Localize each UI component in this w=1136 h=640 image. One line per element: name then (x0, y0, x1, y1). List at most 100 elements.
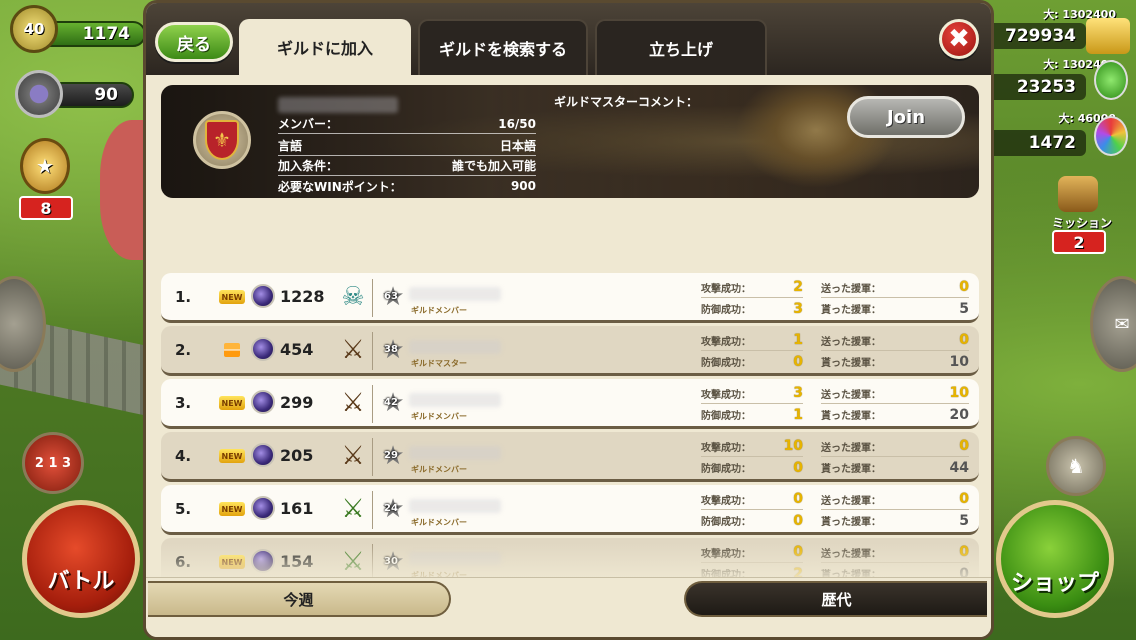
trophy-shield-icon[interactable] (15, 70, 63, 118)
sent-stat: 送った援軍： 0 (821, 277, 969, 298)
member-rank: 4. (175, 447, 192, 465)
elixir-value: 23253 (1016, 77, 1076, 97)
member-level: 42 (384, 397, 398, 408)
reinforcement-stats: 送った援軍： 10 貰った援軍： 20 (821, 383, 969, 425)
member-name-redacted (409, 287, 501, 301)
received-label: 貰った援軍： (821, 464, 881, 475)
received-label: 貰った援軍： (821, 517, 881, 528)
tab-join-guild[interactable]: ギルドに加入 (239, 19, 411, 75)
member-role: ギルドマスター (411, 359, 467, 368)
received-stat: 貰った援軍： 20 (821, 404, 969, 425)
join-condition-label: 加入条件： (278, 159, 339, 173)
member-role: ギルドメンバー (411, 412, 467, 421)
defense-stat: 防御成功： 1 (701, 404, 803, 425)
achievement-count: 8 (40, 198, 52, 218)
member-role: ギルドメンバー (411, 465, 467, 474)
achievement-count-badge: 8 (19, 196, 73, 220)
sent-label: 送った援軍： (821, 442, 881, 454)
treasure-chest-icon[interactable] (1058, 176, 1098, 212)
ranking-button[interactable]: 2 1 3 (22, 432, 84, 494)
row-divider (372, 385, 373, 423)
trophy-orb-icon (251, 284, 275, 308)
join-label: Join (886, 106, 926, 128)
tab-create-guild[interactable]: 立ち上げ (595, 19, 767, 75)
guild-emblem-icon: ⚜ (193, 111, 251, 169)
crossed-swords-emblem-icon: ⚔ (341, 335, 365, 365)
close-icon: ✖ (948, 24, 970, 54)
defense-value: 0 (793, 353, 803, 370)
received-label: 貰った援軍： (821, 411, 881, 422)
achievement-medal-icon[interactable]: ★ (20, 138, 70, 194)
level-star-icon[interactable]: 40 (10, 5, 58, 53)
win-points-row: 必要なWINポイント： 900 (278, 176, 536, 196)
alltime-label: 歴代 (821, 590, 852, 609)
guild-modal: 戻る ギルドに加入 ギルドを検索する 立ち上げ ✖ ⚜ メンバー： 16/50 … (143, 0, 994, 640)
attack-stat: 攻撃成功： 0 (701, 489, 803, 510)
sent-value: 0 (959, 438, 969, 454)
battle-label: バトル (47, 569, 115, 594)
trophy-orb-icon (251, 390, 275, 414)
sent-stat: 送った援軍： 0 (821, 330, 969, 351)
attack-value: 2 (793, 279, 803, 295)
attack-stat: 攻撃成功： 3 (701, 383, 803, 404)
alltime-button[interactable]: 歴代 (684, 581, 987, 617)
member-rank: 2. (175, 341, 192, 359)
join-button[interactable]: Join (847, 96, 965, 138)
member-rank: 3. (175, 394, 192, 412)
mission-label: ミッション (1051, 216, 1112, 230)
guild-master-comment-label: ギルドマスターコメント： (554, 95, 699, 109)
received-value: 5 (959, 512, 969, 529)
received-stat: 貰った援軍： 10 (821, 351, 969, 372)
member-row[interactable]: 2. 454 ⚔ ★ 38 ギルドマスター 攻撃成功： 1 防御成功： 0 送っ… (161, 326, 979, 376)
sent-stat: 送った援軍： 0 (821, 436, 969, 457)
received-stat: 貰った援軍： 5 (821, 510, 969, 531)
language-label: 言語 (278, 139, 303, 153)
shop-button[interactable]: ショップ (996, 500, 1114, 618)
member-row[interactable]: 3. NEW 299 ⚔ ★ 42 ギルドメンバー 攻撃成功： 3 防御成功： … (161, 379, 979, 429)
received-stat: 貰った援軍： 44 (821, 457, 969, 478)
member-row[interactable]: 1. NEW 1228 ☠ ★ 63 ギルドメンバー 攻撃成功： 2 防御成功：… (161, 273, 979, 323)
attack-defense-stats: 攻撃成功： 3 防御成功： 1 (701, 383, 803, 425)
attack-label: 攻撃成功： (701, 442, 751, 454)
fleur-de-lis-icon: ⚜ (205, 120, 239, 160)
member-row[interactable]: 5. NEW 161 ⚔ ★ 24 ギルドメンバー 攻撃成功： 0 防御成功： … (161, 485, 979, 535)
member-level: 24 (384, 503, 398, 514)
rainbow-flask-icon (1094, 116, 1128, 156)
member-score: 161 (280, 499, 314, 518)
attack-defense-stats: 攻撃成功： 10 防御成功： 0 (701, 436, 803, 478)
sent-label: 送った援軍： (821, 283, 881, 295)
new-badge: NEW (219, 290, 245, 304)
battle-button[interactable]: バトル (22, 500, 140, 618)
ranking-label: 2 1 3 (34, 455, 72, 471)
army-button[interactable]: ♞ (1046, 436, 1106, 496)
language-row: 言語 日本語 (278, 136, 536, 156)
member-row[interactable]: 4. NEW 205 ⚔ ★ 29 ギルドメンバー 攻撃成功： 10 防御成功：… (161, 432, 979, 482)
weekly-button[interactable]: 今週 (148, 581, 451, 617)
bottom-bar: 今週 歴代 (146, 577, 991, 637)
crossed-swords-emblem-icon: ⚔ (341, 388, 365, 418)
member-value: 16/50 (498, 116, 536, 131)
guild-info-banner: ⚜ メンバー： 16/50 言語 日本語 加入条件： 誰でも加入可能 必要なWI… (161, 85, 979, 198)
row-divider (372, 491, 373, 529)
close-button[interactable]: ✖ (939, 19, 979, 59)
trophy-orb-icon (251, 496, 275, 520)
member-level: 38 (384, 344, 398, 355)
member-level: 29 (384, 450, 398, 461)
member-count-row: メンバー： 16/50 (278, 114, 536, 134)
sent-value: 0 (959, 279, 969, 295)
teal-skull-emblem-icon: ☠ (341, 282, 365, 312)
tab-create-label: 立ち上げ (648, 40, 713, 59)
xp-value: 1174 (82, 24, 130, 44)
sent-label: 送った援軍： (821, 336, 881, 348)
mission-count: 2 (1073, 232, 1085, 252)
attack-value: 10 (783, 438, 803, 454)
attack-stat: 攻撃成功： 1 (701, 330, 803, 351)
attack-stat: 攻撃成功： 10 (701, 436, 803, 457)
member-label: メンバー： (278, 117, 339, 131)
sent-label: 送った援軍： (821, 495, 881, 507)
attack-value: 3 (793, 385, 803, 401)
level-value: 40 (23, 20, 45, 38)
tab-search-guild[interactable]: ギルドを検索する (418, 19, 588, 75)
shop-label: ショップ (1010, 571, 1099, 596)
back-button[interactable]: 戻る (155, 22, 233, 62)
